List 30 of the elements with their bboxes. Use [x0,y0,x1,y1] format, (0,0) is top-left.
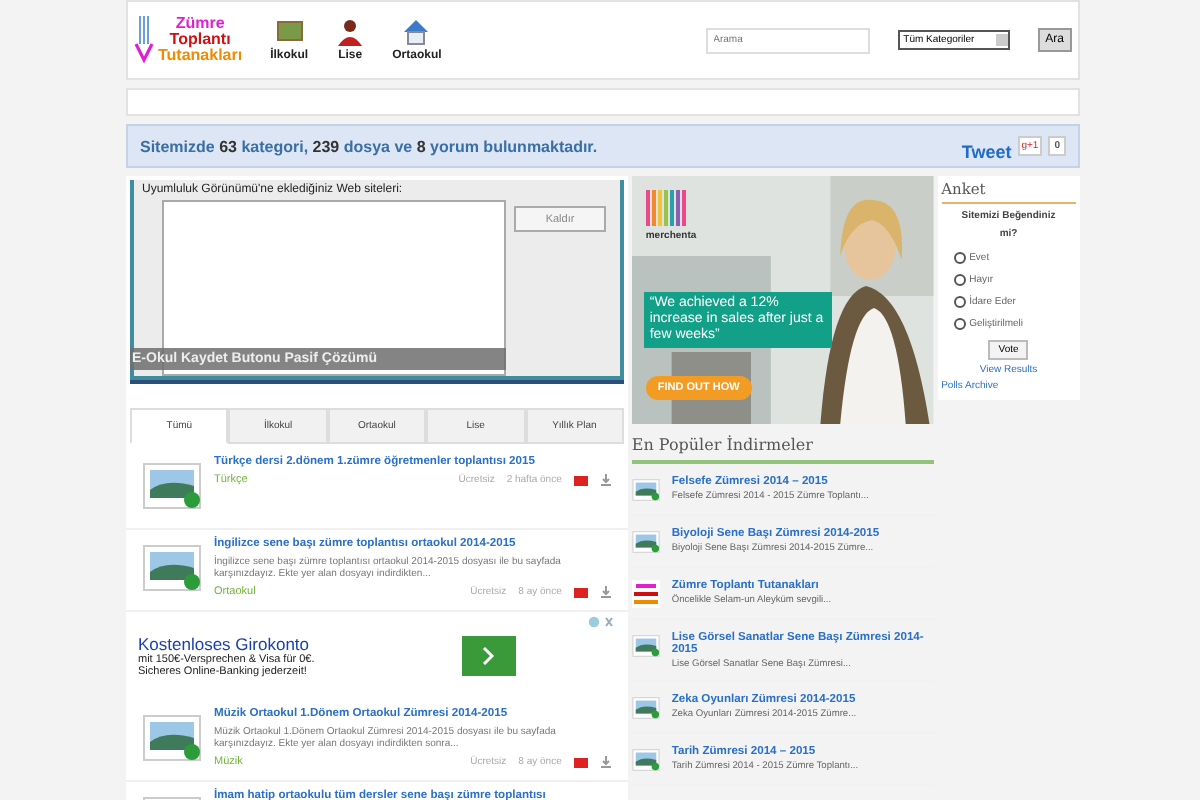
radio-button[interactable] [953,317,966,329]
logo-thumbnail-icon [631,580,660,608]
logo-text[interactable]: Toplantı [169,32,231,48]
image-file-icon [631,694,660,722]
flag-icon [573,587,588,597]
person-icon [336,18,365,46]
image-file-icon [631,476,660,504]
flag-icon [573,757,588,767]
ad-title-link[interactable]: Kostenloses Girokonto [138,634,462,654]
chalkboard-icon [275,18,304,46]
logo-text[interactable]: Zümre [175,16,225,32]
chevron-right-icon [480,645,497,665]
stats-text: Sitemizde 63 kategori, 239 dosya ve 8 yorum bulunmaktadır. [140,137,598,155]
section-title: En Popüler İndirmeler [631,436,934,464]
radio-button[interactable] [953,273,966,285]
download-icon[interactable] [599,474,612,486]
tweet-link[interactable]: Tweet [961,142,1012,162]
flag-icon [573,475,588,485]
radio-button[interactable] [953,251,966,263]
download-icon[interactable] [599,586,612,598]
ad-arrow-button[interactable] [461,636,516,676]
radio-button[interactable] [953,295,966,307]
down-arrow-icon [134,16,154,64]
download-icon[interactable] [599,756,612,768]
image-file-icon [631,746,660,774]
barcode-logo-icon [645,190,688,226]
house-icon [402,18,431,46]
ad-info-icon[interactable] [587,616,616,628]
image-file-icon [631,632,660,660]
image-file-icon [631,528,660,556]
